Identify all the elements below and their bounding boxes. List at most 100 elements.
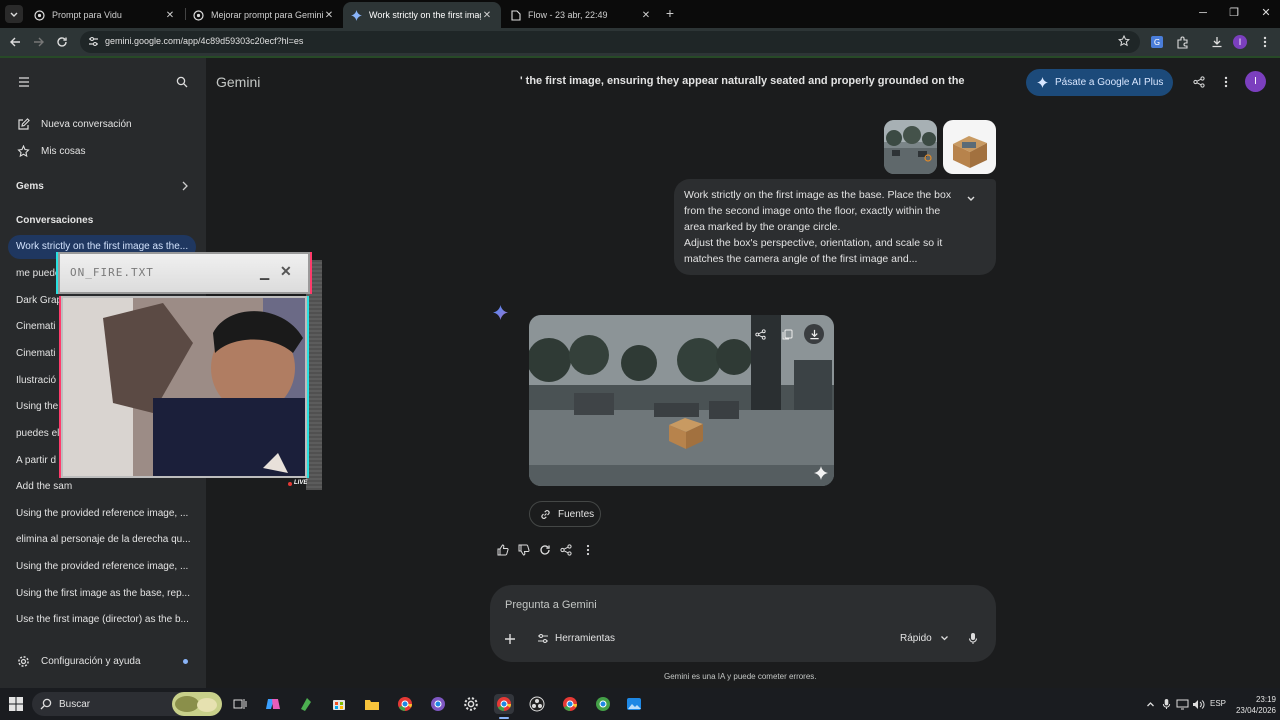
copy-image-icon[interactable] <box>777 324 797 344</box>
system-clock[interactable]: 23:19 23/04/2026 <box>1230 694 1276 716</box>
microphone-icon[interactable] <box>968 632 978 645</box>
upgrade-ai-plus-button[interactable]: Pásate a Google AI Plus <box>1026 69 1173 96</box>
overlay-title: ON_FIRE.TXT <box>70 266 154 279</box>
tab-flow[interactable]: Flow - 23 abr, 22:49 ✕ <box>502 2 660 28</box>
regenerate-icon[interactable] <box>538 543 552 557</box>
copilot-icon[interactable] <box>263 694 283 714</box>
hamburger-menu-icon[interactable] <box>16 74 32 90</box>
tools-button[interactable]: Herramientas <box>537 633 615 644</box>
taskbar-search[interactable]: Buscar <box>32 692 222 716</box>
new-chat-label: Nueva conversación <box>41 118 132 130</box>
tab-mejorar-prompt[interactable]: Mejorar prompt para Gemini ✕ <box>185 2 343 28</box>
gemini-sparkle-icon <box>493 305 508 320</box>
share-image-icon[interactable] <box>750 324 770 344</box>
search-icon[interactable] <box>174 74 190 90</box>
minimize-button[interactable]: ─ <box>1196 6 1210 20</box>
conversation-item[interactable]: Using the provided reference image, ... <box>8 555 196 579</box>
chevron-down-icon <box>940 635 949 642</box>
more-options-icon[interactable] <box>1219 75 1233 89</box>
thumbs-down-icon[interactable] <box>517 543 531 557</box>
settings-gear-icon[interactable] <box>461 694 481 714</box>
site-info-icon[interactable] <box>88 36 99 47</box>
prompt-input[interactable]: Pregunta a Gemini <box>505 599 597 611</box>
chrome-profile-3-icon[interactable] <box>593 694 613 714</box>
chevron-down-icon <box>10 12 18 17</box>
translate-extension-icon[interactable]: G <box>1149 34 1165 50</box>
kebab-menu-icon[interactable] <box>1257 34 1273 50</box>
close-window-button[interactable]: ✕ <box>1259 6 1273 20</box>
my-stuff-button[interactable]: Mis cosas <box>16 141 85 161</box>
conversation-item[interactable]: Using the first image as the base, rep..… <box>8 582 196 606</box>
store-icon[interactable] <box>329 694 349 714</box>
extensions-puzzle-icon[interactable] <box>1174 34 1190 50</box>
edit-icon <box>16 117 30 131</box>
language-indicator[interactable]: ESP <box>1210 699 1226 708</box>
chrome-icon[interactable] <box>395 694 415 714</box>
thumbs-up-icon[interactable] <box>496 543 510 557</box>
app-green-icon[interactable] <box>296 694 316 714</box>
forward-button[interactable] <box>32 35 46 49</box>
obs-icon[interactable] <box>527 694 547 714</box>
conversation-item[interactable]: Use the first image (director) as the b.… <box>8 608 196 632</box>
sources-button[interactable]: Fuentes <box>529 501 601 527</box>
link-icon <box>540 509 551 520</box>
more-options-icon[interactable] <box>581 543 595 557</box>
live-badge: LIVE <box>294 480 308 486</box>
gems-heading[interactable]: Gems <box>16 181 44 192</box>
tab-prompt-vidu[interactable]: Prompt para Vidu ✕ <box>26 2 184 28</box>
gemini-logo-text[interactable]: Gemini <box>216 74 260 90</box>
tab-work-strictly[interactable]: Work strictly on the first image ✕ <box>343 2 501 28</box>
close-icon[interactable]: ✕ <box>323 9 335 21</box>
back-button[interactable] <box>8 35 22 49</box>
close-icon[interactable]: ✕ <box>640 9 652 21</box>
profile-avatar[interactable]: I <box>1233 35 1247 49</box>
download-image-icon[interactable] <box>804 324 824 344</box>
chrome-profile-2-icon[interactable] <box>560 694 580 714</box>
conversation-item[interactable]: elimina al personaje de la derecha qu... <box>8 528 196 552</box>
close-icon[interactable]: ✕ <box>481 9 493 21</box>
add-attachment-icon[interactable] <box>504 633 516 645</box>
conversations-heading: Conversaciones <box>16 215 94 226</box>
task-view-icon[interactable] <box>230 694 250 714</box>
prompt-composer: Pregunta a Gemini Herramientas Rápido <box>490 585 996 662</box>
user-message-bubble: Work strictly on the first image as the … <box>674 179 996 275</box>
photos-icon[interactable] <box>624 694 644 714</box>
chevron-up-icon[interactable] <box>1143 697 1157 711</box>
chrome-profile-icon[interactable] <box>428 694 448 714</box>
tab-search-button[interactable] <box>5 5 23 23</box>
webcam-overlay[interactable]: ON_FIRE.TXT ▁ ✕ LIVE <box>58 252 322 494</box>
network-icon[interactable] <box>1175 697 1189 711</box>
omnibox[interactable]: gemini.google.com/app/4c89d59303c20ecf?h… <box>80 31 1140 53</box>
active-app-indicator <box>499 717 509 719</box>
volume-icon[interactable] <box>1191 697 1205 711</box>
conversation-item[interactable]: Using the provided reference image, ... <box>8 502 196 526</box>
reload-button[interactable] <box>55 35 69 49</box>
disclaimer-text: Gemini es una IA y puede cometer errores… <box>664 672 817 681</box>
download-icon[interactable] <box>1209 34 1225 50</box>
expand-chevron-icon[interactable] <box>966 195 976 203</box>
share-icon[interactable] <box>1192 75 1206 89</box>
new-chat-button[interactable]: Nueva conversación <box>16 114 132 134</box>
live-indicator-dot <box>288 482 292 486</box>
avatar[interactable]: I <box>1245 71 1266 92</box>
file-explorer-icon[interactable] <box>362 694 382 714</box>
settings-help-button[interactable]: Configuración y ayuda <box>16 651 141 671</box>
windows-start-icon[interactable] <box>6 694 26 714</box>
restore-button[interactable]: ❐ <box>1227 6 1241 20</box>
attached-image-scene[interactable] <box>884 120 937 174</box>
generated-image[interactable] <box>529 315 834 486</box>
chevron-right-icon[interactable] <box>177 178 193 194</box>
model-mode-selector[interactable]: Rápido <box>900 633 949 644</box>
bookmark-star-icon[interactable] <box>1118 35 1130 47</box>
overlay-glitch-strip <box>306 260 322 490</box>
close-icon: ✕ <box>280 263 292 279</box>
mode-label: Rápido <box>900 633 932 644</box>
new-tab-button[interactable]: + <box>663 6 677 20</box>
share-response-icon[interactable] <box>559 543 573 557</box>
gemini-sparkle-icon <box>351 9 362 21</box>
chrome-active-icon[interactable] <box>494 694 514 714</box>
microphone-tray-icon[interactable] <box>1159 697 1173 711</box>
close-icon[interactable]: ✕ <box>164 9 176 21</box>
attached-image-box[interactable] <box>943 120 996 174</box>
tab-bar: Prompt para Vidu ✕ Mejorar prompt para G… <box>0 0 1280 28</box>
